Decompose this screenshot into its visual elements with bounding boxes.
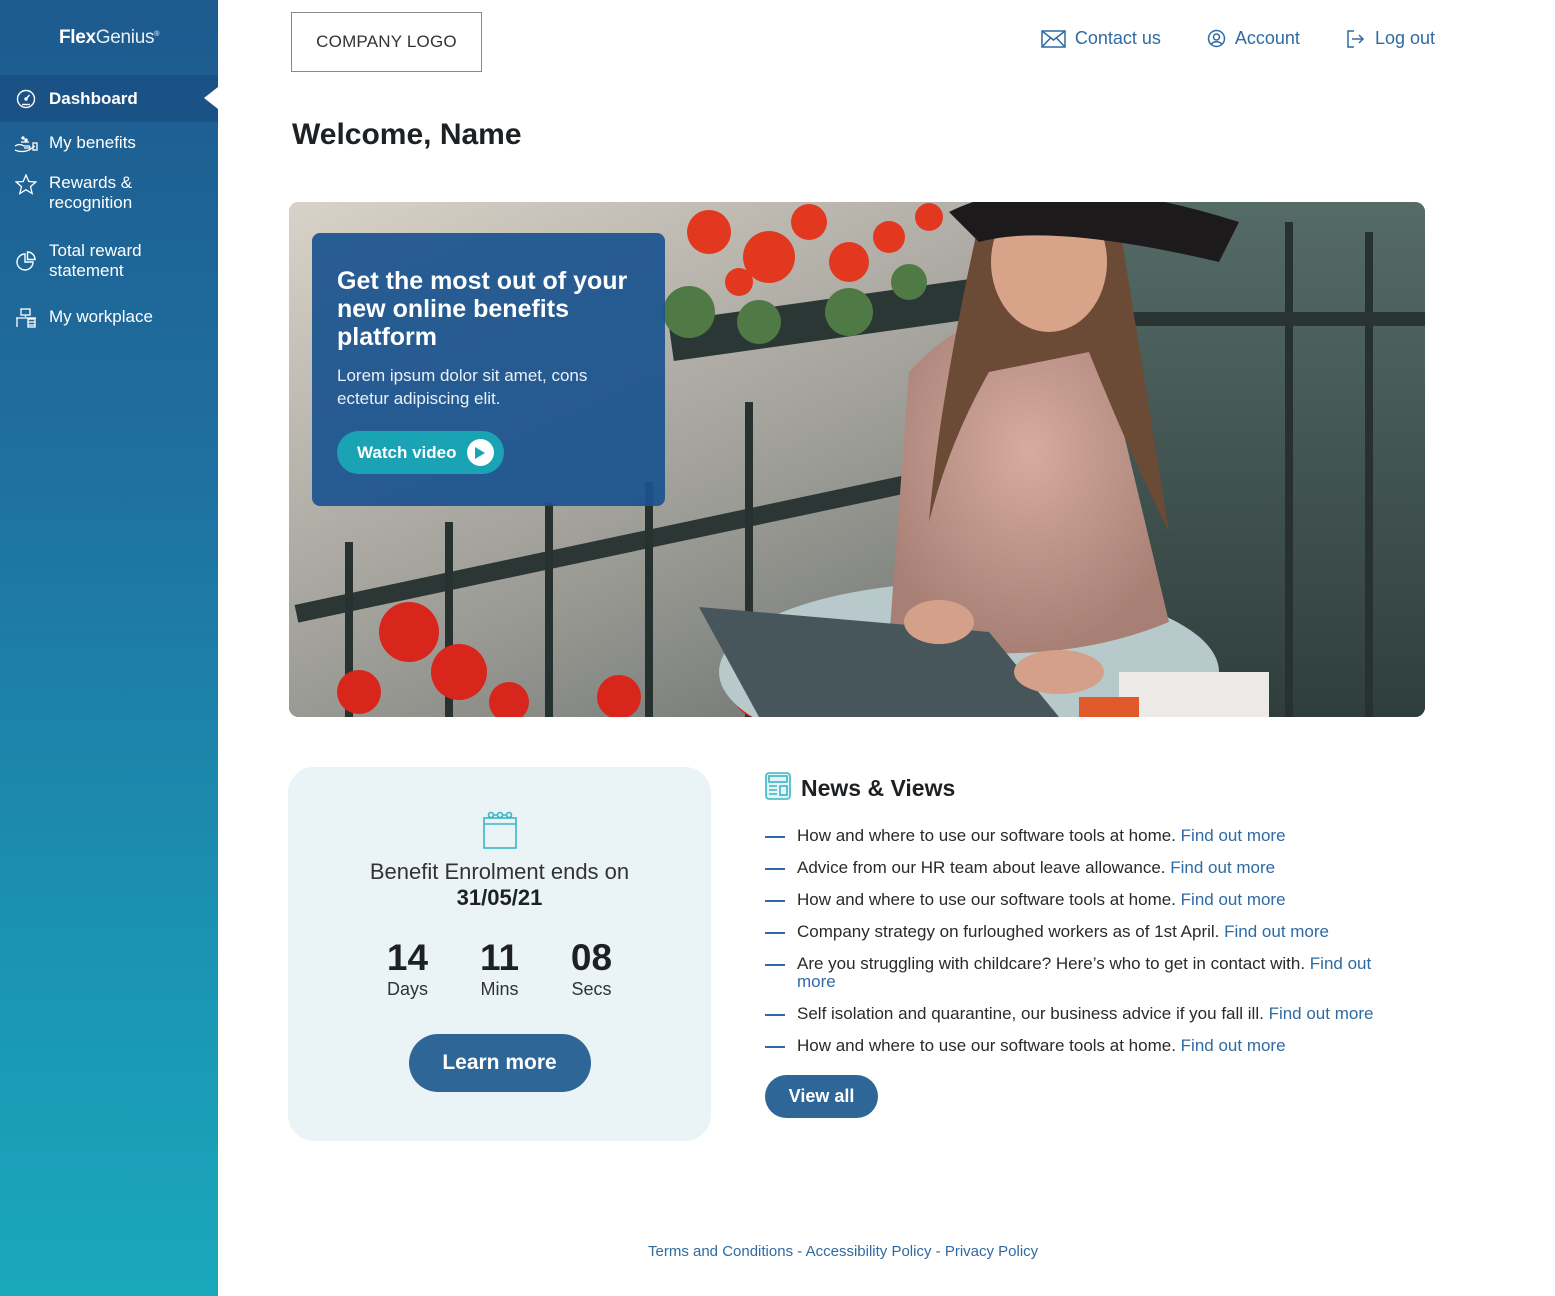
news-item-text: Self isolation and quarantine, our busin…: [797, 1004, 1264, 1023]
envelope-icon: [1041, 29, 1066, 48]
news-item: Company strategy on furloughed workers a…: [765, 923, 1405, 941]
find-out-more-link[interactable]: Find out more: [1181, 826, 1286, 845]
news-item: Self isolation and quarantine, our busin…: [765, 1005, 1405, 1023]
countdown-mins-value: 11: [479, 937, 520, 978]
accessibility-link[interactable]: Accessibility Policy: [806, 1243, 932, 1260]
company-logo-text: COMPANY LOGO: [316, 32, 457, 51]
sidebar-item-my-benefits[interactable]: My benefits: [0, 133, 218, 155]
pie-chart-icon: [14, 250, 38, 272]
countdown-secs-label: Secs: [571, 979, 612, 999]
find-out-more-link[interactable]: Find out more: [1224, 922, 1329, 941]
user-circle-icon: [1207, 29, 1226, 48]
contact-us-label: Contact us: [1074, 28, 1161, 48]
countdown-secs-value: 08: [570, 937, 613, 978]
calendar-icon: [288, 811, 711, 849]
news-and-views: News & Views How and where to use our so…: [765, 772, 1405, 1118]
sidebar-item-label: Dashboard: [49, 88, 138, 108]
enrolment-countdown-card: Benefit Enrolment ends on 31/05/21 14 Da…: [288, 767, 711, 1141]
workplace-desk-icon: [14, 307, 38, 329]
dash-bullet: [765, 1014, 785, 1016]
view-all-button[interactable]: View all: [765, 1075, 878, 1118]
find-out-more-link[interactable]: Find out more: [1269, 1004, 1374, 1023]
brand-name-light: Genius: [95, 26, 155, 48]
learn-more-button[interactable]: Learn more: [408, 1034, 591, 1092]
dashboard-gauge-icon: [14, 88, 38, 110]
news-item: Are you struggling with childcare? Here’…: [765, 955, 1405, 991]
news-item-text: Advice from our HR team about leave allo…: [797, 858, 1166, 877]
news-item: Advice from our HR team about leave allo…: [765, 859, 1405, 877]
news-item: How and where to use our software tools …: [765, 1037, 1405, 1055]
countdown-timer: 14 Days 11 Mins 08 Secs: [288, 939, 711, 1000]
footer: Terms and Conditions - Accessibility Pol…: [648, 1243, 1038, 1260]
contact-us-link[interactable]: Contact us: [1041, 28, 1161, 49]
sidebar-item-label: My workplace: [49, 307, 153, 326]
news-list: How and where to use our software tools …: [765, 827, 1405, 1055]
dash-bullet: [765, 932, 785, 934]
news-item-text: Are you struggling with childcare? Here’…: [797, 954, 1306, 973]
brand-name-bold: Flex: [58, 26, 96, 48]
hero-banner: Get the most out of your new online bene…: [289, 202, 1425, 717]
newspaper-icon: [765, 772, 791, 805]
news-item-text: How and where to use our software tools …: [797, 890, 1176, 909]
sidebar-item-my-workplace[interactable]: My workplace: [0, 307, 218, 329]
brand-logo[interactable]: Flex Genius ®: [0, 0, 218, 75]
brand-registered-mark: ®: [154, 31, 160, 38]
countdown-mins-label: Mins: [480, 979, 519, 999]
watch-video-label: Watch video: [357, 442, 457, 462]
news-item-text: How and where to use our software tools …: [797, 826, 1176, 845]
logout-icon: [1346, 29, 1366, 49]
find-out-more-link[interactable]: Find out more: [1181, 1036, 1286, 1055]
log-out-label: Log out: [1374, 28, 1435, 48]
news-item-text: How and where to use our software tools …: [797, 1036, 1176, 1055]
sidebar-item-label: Rewards & recognition: [49, 173, 133, 212]
watch-video-button[interactable]: Watch video: [337, 431, 504, 474]
countdown-mins: 11 Mins: [473, 939, 527, 1000]
enrolment-ends-text: Benefit Enrolment ends on: [369, 859, 630, 884]
dash-bullet: [765, 900, 785, 902]
sidebar-item-label: Total reward statement: [49, 241, 142, 280]
sidebar-item-dashboard[interactable]: Dashboard: [0, 75, 218, 122]
footer-separator: -: [931, 1243, 945, 1260]
hand-benefits-icon: [14, 133, 38, 155]
countdown-days-value: 14: [386, 937, 429, 978]
welcome-heading: Welcome, Name: [292, 118, 522, 151]
footer-separator: -: [793, 1243, 806, 1260]
news-item: How and where to use our software tools …: [765, 891, 1405, 909]
account-link[interactable]: Account: [1207, 28, 1300, 49]
play-icon: [466, 439, 494, 466]
sidebar-item-rewards-recognition[interactable]: Rewards & recognition: [0, 173, 218, 213]
countdown-days: 14 Days: [381, 939, 435, 1000]
dash-bullet: [765, 1046, 785, 1048]
sidebar-item-label: My benefits: [49, 133, 136, 152]
news-title: News & Views: [801, 775, 956, 801]
log-out-link[interactable]: Log out: [1346, 28, 1435, 49]
sidebar-item-total-reward-statement[interactable]: Total reward statement: [0, 241, 218, 281]
dash-bullet: [765, 868, 785, 870]
news-item-text: Company strategy on furloughed workers a…: [797, 922, 1220, 941]
dash-bullet: [765, 964, 785, 966]
privacy-link[interactable]: Privacy Policy: [945, 1243, 1038, 1260]
countdown-secs: 08 Secs: [565, 939, 619, 1000]
star-icon: [14, 173, 38, 195]
find-out-more-link[interactable]: Find out more: [1170, 858, 1275, 877]
hero-title: Get the most out of your new online bene…: [337, 267, 628, 351]
top-navigation: Contact us Account Log out: [1041, 28, 1435, 49]
news-item: How and where to use our software tools …: [765, 827, 1405, 845]
sidebar: Flex Genius ® Dashboard My benefits Reward…: [0, 0, 218, 1296]
countdown-days-label: Days: [386, 979, 428, 999]
terms-link[interactable]: Terms and Conditions: [648, 1243, 793, 1260]
account-label: Account: [1234, 28, 1300, 48]
enrolment-end-date: 31/05/21: [456, 885, 543, 910]
company-logo-placeholder[interactable]: COMPANY LOGO: [291, 12, 482, 72]
find-out-more-link[interactable]: Find out more: [1181, 890, 1286, 909]
hero-subtitle: Lorem ipsum dolor sit amet, cons ectetur…: [337, 366, 588, 408]
dash-bullet: [765, 836, 785, 838]
hero-promo-card: Get the most out of your new online bene…: [312, 233, 665, 506]
